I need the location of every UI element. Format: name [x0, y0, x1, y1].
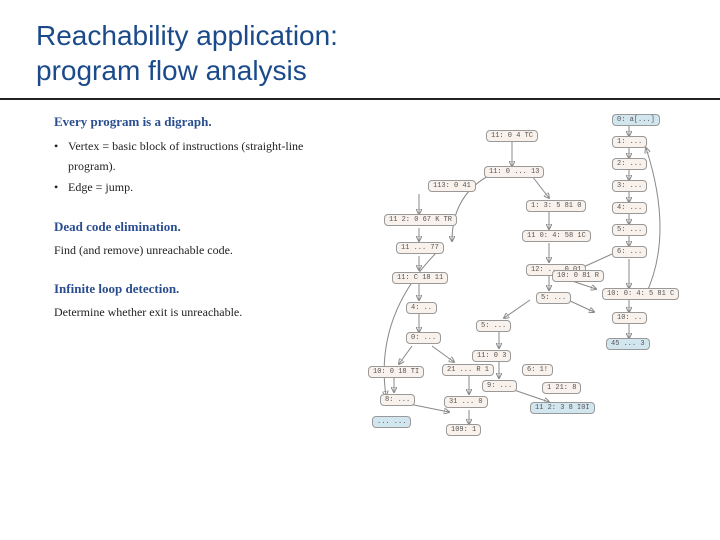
graph-node: 11 2: 3 8 I0I	[530, 402, 595, 414]
graph-node: 0: ...	[406, 332, 441, 344]
title-block: Reachability application: program flow a…	[0, 0, 720, 100]
section1-bullet-1: Vertex = basic block of instructions (st…	[54, 136, 354, 177]
right-column: 0: a[...] 1: ... 2: ... 3: ... 4: ... 5:…	[354, 114, 696, 444]
graph-node: 5: ...	[536, 292, 571, 304]
graph-node: 11 0: 4: 58 1C	[522, 230, 591, 242]
graph-node: 109: 1	[446, 424, 481, 436]
graph-node: 11: 0 3	[472, 350, 511, 362]
content-area: Every program is a digraph. Vertex = bas…	[0, 114, 720, 444]
section2-body: Find (and remove) unreachable code.	[54, 241, 354, 259]
section2-head: Dead code elimination.	[54, 219, 354, 235]
graph-node: 31 ... 0	[444, 396, 488, 408]
graph-node: 1: ...	[612, 136, 647, 148]
graph-node: 9: ...	[482, 380, 517, 392]
graph-node: 0: a[...]	[612, 114, 660, 126]
section3-body: Determine whether exit is unreachable.	[54, 303, 354, 321]
graph-node: 1 21: 8	[542, 382, 581, 394]
section1-bullet-2: Edge = jump.	[54, 177, 354, 197]
title-line-2: program flow analysis	[36, 53, 720, 88]
title-line-1: Reachability application:	[36, 18, 720, 53]
graph-node: 11 ... 77	[396, 242, 444, 254]
graph-node: 6: 1!	[522, 364, 553, 376]
graph-node: 113: 0 41	[428, 180, 476, 192]
section3-head: Infinite loop detection.	[54, 281, 354, 297]
graph-node: 45 ... 3	[606, 338, 650, 350]
graph-node: 11: 0 ... 13	[484, 166, 544, 178]
slide: Reachability application: program flow a…	[0, 0, 720, 540]
graph-node: 10: ..	[612, 312, 647, 324]
graph-node: 10: 0: 4: 5 81 C	[602, 288, 679, 300]
graph-node: 1: 3: 5 81 0	[526, 200, 586, 212]
graph-node: 4: ..	[406, 302, 437, 314]
graph-node: 21 ... R 1	[442, 364, 494, 376]
graph-node: 8: ...	[380, 394, 415, 406]
graph-node: 11: 0 4 TC	[486, 130, 538, 142]
section1-head: Every program is a digraph.	[54, 114, 354, 130]
graph-node: 5: ...	[476, 320, 511, 332]
graph-node: 4: ...	[612, 202, 647, 214]
graph-node: 11 2: 0 67 K TR	[384, 214, 457, 226]
graph-node: 5: ...	[612, 224, 647, 236]
graph-node: 10: 0 81 R	[552, 270, 604, 282]
graph-node: ... ...	[372, 416, 411, 428]
graph-node: 11: C 18 11	[392, 272, 448, 284]
graph-node: 2: ...	[612, 158, 647, 170]
flow-graph: 0: a[...] 1: ... 2: ... 3: ... 4: ... 5:…	[354, 114, 696, 444]
section1-bullets: Vertex = basic block of instructions (st…	[54, 136, 354, 197]
left-column: Every program is a digraph. Vertex = bas…	[54, 114, 354, 444]
graph-node: 10: 0 18 TI	[368, 366, 424, 378]
graph-node: 3: ...	[612, 180, 647, 192]
graph-node: 6: ...	[612, 246, 647, 258]
